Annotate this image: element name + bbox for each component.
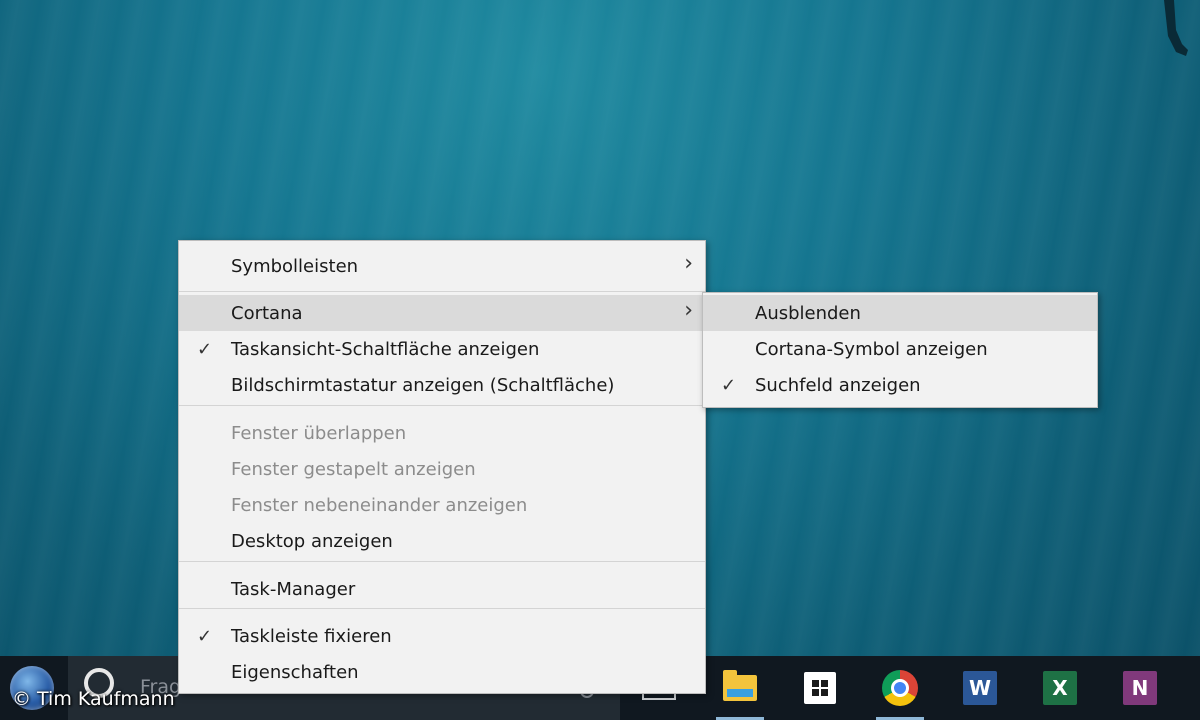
menu-item-taskansicht[interactable]: ✓ Taskansicht-Schaltfläche anzeigen — [179, 331, 705, 367]
menu-item-task-manager[interactable]: Task-Manager — [179, 571, 705, 607]
check-icon: ✓ — [197, 625, 213, 647]
check-icon: ✓ — [197, 338, 213, 360]
menu-item-label: Taskleiste fixieren — [231, 625, 392, 647]
menu-item-label: Eigenschaften — [231, 661, 359, 683]
menu-separator — [179, 561, 705, 562]
store-bag-icon — [804, 672, 836, 704]
menu-item-label: Cortana-Symbol anzeigen — [755, 338, 988, 360]
taskbar-app-excel[interactable]: X — [1036, 664, 1084, 712]
submenu-item-cortana-symbol[interactable]: Cortana-Symbol anzeigen — [703, 331, 1097, 367]
chrome-icon — [882, 670, 918, 706]
chevron-right-icon: › — [684, 298, 693, 323]
taskbar-app-onenote[interactable]: N — [1116, 664, 1164, 712]
menu-item-taskleiste-fixieren[interactable]: ✓ Taskleiste fixieren — [179, 618, 705, 654]
menu-item-label: Symbolleisten — [231, 255, 359, 277]
submenu-item-ausblenden[interactable]: Ausblenden — [703, 295, 1097, 331]
menu-item-label: Task-Manager — [231, 578, 356, 600]
taskbar-context-menu: Symbolleisten › Cortana › ✓ Taskansicht-… — [178, 240, 706, 694]
taskbar-app-file-explorer[interactable] — [716, 664, 764, 720]
menu-item-label: Fenster gestapelt anzeigen — [231, 458, 476, 480]
menu-item-bildschirmtastatur[interactable]: Bildschirmtastatur anzeigen (Schaltfläch… — [179, 367, 705, 403]
menu-item-symbolleisten[interactable]: Symbolleisten › — [179, 248, 705, 284]
menu-item-eigenschaften[interactable]: Eigenschaften — [179, 654, 705, 690]
check-icon: ✓ — [721, 374, 737, 396]
menu-item-desktop-anzeigen[interactable]: Desktop anzeigen — [179, 523, 705, 559]
menu-item-fenster-ueberlappen: Fenster überlappen — [179, 415, 705, 451]
wallpaper-swimmer-silhouette — [1164, 0, 1188, 56]
menu-item-label: Suchfeld anzeigen — [755, 374, 921, 396]
menu-separator — [179, 405, 705, 406]
menu-item-label: Ausblenden — [755, 302, 861, 324]
taskbar-app-store[interactable] — [796, 664, 844, 712]
menu-separator — [179, 291, 705, 292]
chevron-right-icon: › — [684, 251, 693, 276]
menu-item-label: Bildschirmtastatur anzeigen (Schaltfläch… — [231, 374, 615, 396]
menu-item-label: Fenster überlappen — [231, 422, 407, 444]
menu-item-label: Desktop anzeigen — [231, 530, 393, 552]
menu-item-fenster-nebeneinander: Fenster nebeneinander anzeigen — [179, 487, 705, 523]
menu-item-cortana[interactable]: Cortana › — [179, 295, 705, 331]
word-icon: W — [963, 671, 997, 705]
submenu-item-suchfeld[interactable]: ✓ Suchfeld anzeigen — [703, 367, 1097, 403]
menu-separator — [179, 608, 705, 609]
menu-item-label: Cortana — [231, 302, 303, 324]
folder-icon — [723, 670, 757, 701]
taskbar-app-chrome[interactable] — [876, 664, 924, 720]
menu-item-fenster-gestapelt: Fenster gestapelt anzeigen — [179, 451, 705, 487]
onenote-icon: N — [1123, 671, 1157, 705]
cortana-submenu: Ausblenden Cortana-Symbol anzeigen ✓ Suc… — [702, 292, 1098, 408]
menu-item-label: Fenster nebeneinander anzeigen — [231, 494, 528, 516]
menu-item-label: Taskansicht-Schaltfläche anzeigen — [231, 338, 540, 360]
excel-icon: X — [1043, 671, 1077, 705]
taskbar-app-word[interactable]: W — [956, 664, 1004, 712]
copyright-watermark: © Tim Kaufmann — [12, 688, 175, 710]
